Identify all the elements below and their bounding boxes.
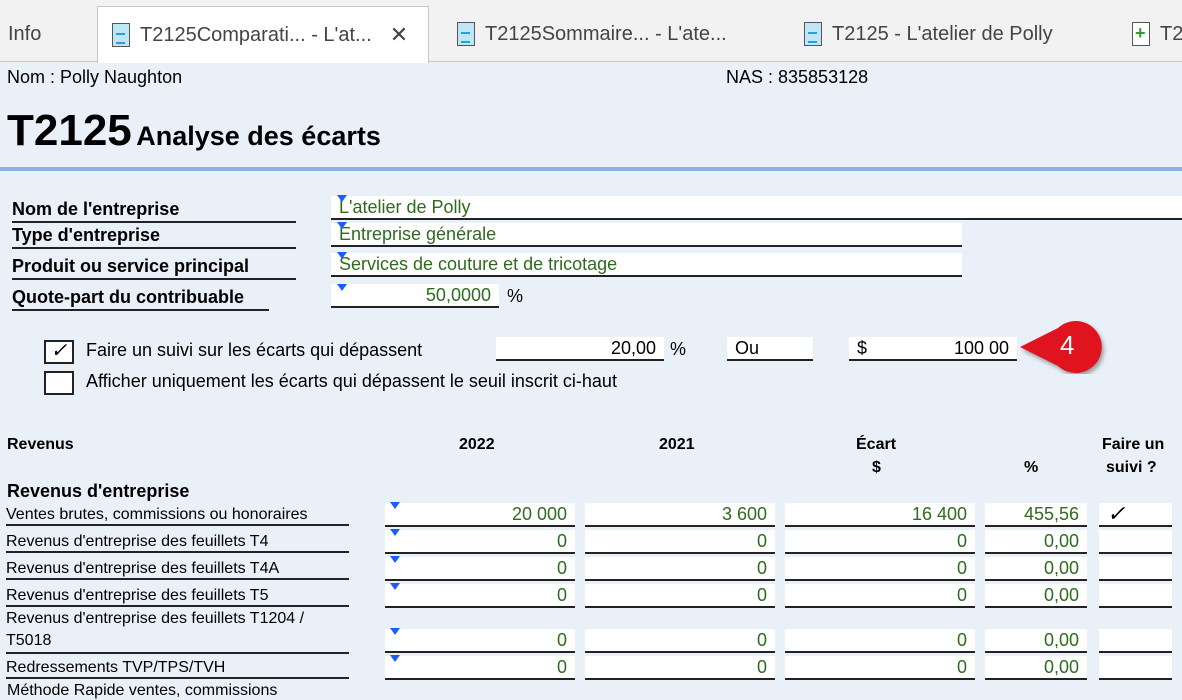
dropdown-marker-icon bbox=[390, 529, 400, 536]
cell-follow[interactable] bbox=[1099, 530, 1172, 554]
cell-ecart[interactable]: 16 400 bbox=[785, 503, 975, 527]
cell-y2022[interactable]: 0 bbox=[385, 557, 575, 581]
business-type-field[interactable]: Entreprise générale bbox=[331, 223, 962, 247]
dropdown-marker-icon bbox=[337, 222, 347, 229]
threshold-pct-field[interactable]: 20,00 bbox=[496, 337, 664, 361]
cell-y2022[interactable]: 0 bbox=[385, 584, 575, 608]
cell-pct[interactable]: 0,00 bbox=[985, 530, 1087, 554]
row-label: Revenus d'entreprise des feuillets T4A bbox=[6, 560, 349, 580]
row-label: Revenus d'entreprise des feuillets T4 bbox=[6, 533, 349, 553]
dropdown-marker-icon bbox=[390, 655, 400, 662]
track-checkbox[interactable]: ✓ bbox=[44, 340, 74, 364]
dropdown-marker-icon bbox=[337, 195, 347, 202]
cell-y2022[interactable]: 0 bbox=[385, 530, 575, 554]
cell-follow[interactable] bbox=[1099, 656, 1172, 680]
cell-y2022[interactable]: 0 bbox=[385, 629, 575, 653]
tab-label: T2125 - L'atelier de Polly bbox=[832, 22, 1053, 45]
section-heading: Revenus bbox=[7, 436, 74, 453]
col-ecart-pct: % bbox=[1024, 459, 1039, 476]
document-add-icon bbox=[1132, 22, 1150, 46]
tab-bar: Info T2125Comparati... - L'at... ✕ T2125S… bbox=[0, 0, 1182, 63]
document-icon bbox=[112, 23, 130, 47]
callout-badge: 4 bbox=[1020, 320, 1110, 374]
col-follow-2: suivi ? bbox=[1106, 459, 1157, 476]
taxpayer-sin: NAS : 835853128 bbox=[726, 67, 869, 87]
row-label: Revenus d'entreprise des feuillets T5 bbox=[6, 587, 349, 607]
cell-y2021[interactable]: 0 bbox=[585, 530, 775, 554]
taxpayer-name: Nom : Polly Naughton bbox=[7, 67, 183, 87]
dropdown-marker-icon bbox=[390, 583, 400, 590]
col-2022: 2022 bbox=[459, 436, 495, 453]
track-label: Faire un suivi sur les écarts qui dépass… bbox=[86, 340, 423, 360]
tab-info[interactable]: Info bbox=[0, 6, 96, 62]
subsection-heading: Revenus d'entreprise bbox=[7, 481, 190, 501]
col-follow: Faire un bbox=[1102, 436, 1165, 453]
cell-pct[interactable]: 0,00 bbox=[985, 557, 1087, 581]
share-unit: % bbox=[507, 286, 524, 306]
callout-number: 4 bbox=[1060, 330, 1075, 360]
tab-t2125-sommaire[interactable]: T2125Sommaire... - L'ate... bbox=[443, 6, 773, 62]
dropdown-marker-icon bbox=[337, 252, 347, 259]
row-label: Redressements TVP/TPS/TVH bbox=[6, 659, 349, 679]
cell-y2021[interactable]: 0 bbox=[585, 656, 775, 680]
dropdown-marker-icon bbox=[337, 284, 347, 291]
or-field: Ou bbox=[727, 337, 813, 361]
row-label: Revenus d'entreprise des feuillets T1204… bbox=[6, 608, 349, 654]
dollar-sign: $ bbox=[857, 338, 868, 358]
cell-y2021[interactable]: 0 bbox=[585, 629, 775, 653]
col-2021: 2021 bbox=[659, 436, 695, 453]
page-title: T2125 Analyse des écarts bbox=[7, 106, 381, 156]
cell-y2022[interactable]: 20 000 bbox=[385, 503, 575, 527]
share-field[interactable]: 50,0000 bbox=[331, 284, 499, 308]
product-label: Produit ou service principal bbox=[12, 256, 296, 280]
product-field[interactable]: Services de couture et de tricotage bbox=[331, 253, 962, 277]
form-title: Analyse des écarts bbox=[136, 121, 381, 151]
tab-label: T2125Sommaire... - L'ate... bbox=[485, 22, 727, 45]
dropdown-marker-icon bbox=[390, 502, 400, 509]
tab-t2125[interactable]: T2125 - L'atelier de Polly bbox=[790, 6, 1110, 62]
cell-pct[interactable]: 0,00 bbox=[985, 584, 1087, 608]
dropdown-marker-icon bbox=[390, 556, 400, 563]
form-number: T2125 bbox=[7, 106, 132, 155]
cell-y2021[interactable]: 0 bbox=[585, 557, 775, 581]
cell-ecart[interactable]: 0 bbox=[785, 629, 975, 653]
cell-y2022[interactable]: 0 bbox=[385, 656, 575, 680]
tab-label: Info bbox=[8, 22, 42, 45]
cell-ecart[interactable]: 0 bbox=[785, 584, 975, 608]
divider bbox=[0, 167, 1182, 171]
tab-label: T2125Comparati... - L'at... bbox=[140, 23, 372, 46]
business-type-label: Type d'entreprise bbox=[12, 225, 296, 249]
document-icon bbox=[804, 22, 822, 46]
cell-follow[interactable] bbox=[1099, 557, 1172, 581]
cell-pct[interactable]: 455,56 bbox=[985, 503, 1087, 527]
cell-ecart[interactable]: 0 bbox=[785, 656, 975, 680]
col-ecart-dollar: $ bbox=[872, 459, 881, 476]
show-only-checkbox[interactable] bbox=[44, 371, 74, 395]
row-label: Méthode Rapide ventes, commissions bbox=[7, 682, 278, 699]
cell-follow[interactable] bbox=[1099, 629, 1172, 653]
close-icon[interactable]: ✕ bbox=[390, 22, 408, 48]
cell-y2021[interactable]: 0 bbox=[585, 584, 775, 608]
tab-label: T2 bbox=[1160, 22, 1182, 45]
pct-unit: % bbox=[670, 339, 687, 359]
cell-ecart[interactable]: 0 bbox=[785, 557, 975, 581]
threshold-amount-field[interactable]: $100 00 bbox=[849, 337, 1017, 361]
tab-t2[interactable]: T2 bbox=[1118, 6, 1182, 62]
row-label: Ventes brutes, commissions ou honoraires bbox=[6, 506, 349, 526]
threshold-amount: 100 00 bbox=[953, 338, 1009, 358]
cell-ecart[interactable]: 0 bbox=[785, 530, 975, 554]
document-icon bbox=[457, 22, 475, 46]
business-name-label: Nom de l'entreprise bbox=[12, 199, 296, 223]
col-ecart: Écart bbox=[856, 436, 897, 453]
share-label: Quote-part du contribuable bbox=[12, 287, 269, 311]
cell-pct[interactable]: 0,00 bbox=[985, 629, 1087, 653]
cell-follow[interactable]: ✓ bbox=[1099, 503, 1172, 527]
business-name-field[interactable]: L'atelier de Polly bbox=[331, 196, 1182, 220]
cell-follow[interactable] bbox=[1099, 584, 1172, 608]
dropdown-marker-icon bbox=[390, 628, 400, 635]
show-only-label: Afficher uniquement les écarts qui dépas… bbox=[86, 371, 617, 391]
cell-y2021[interactable]: 3 600 bbox=[585, 503, 775, 527]
tab-t2125-comparatif[interactable]: T2125Comparati... - L'at... ✕ bbox=[97, 6, 429, 63]
cell-pct[interactable]: 0,00 bbox=[985, 656, 1087, 680]
